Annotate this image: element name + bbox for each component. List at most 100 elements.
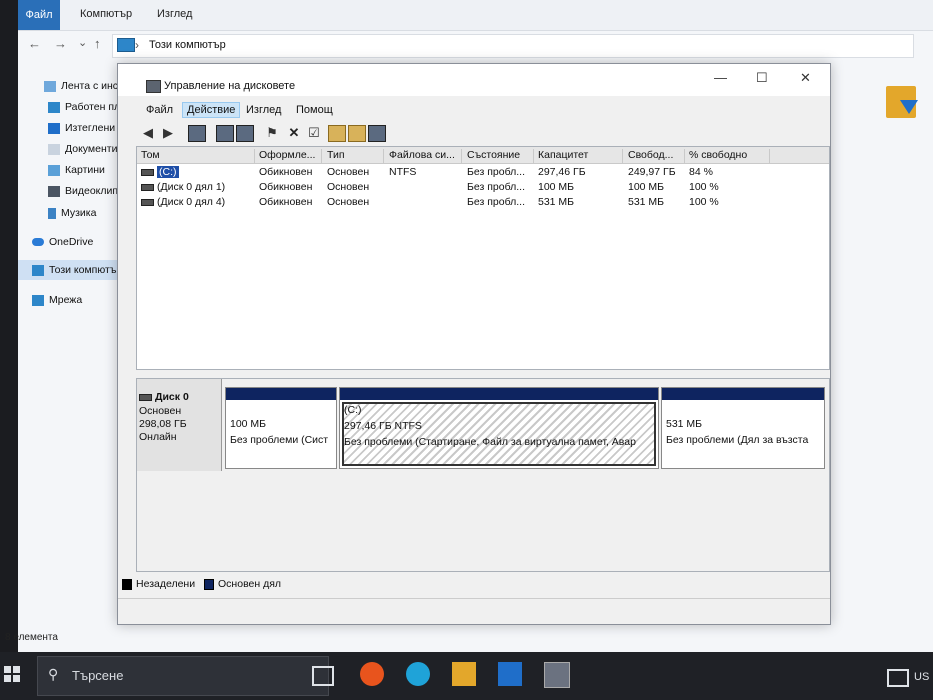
partition-status: Без проблеми (Сист — [230, 434, 329, 446]
edge-icon[interactable] — [406, 662, 430, 686]
folder-icon[interactable] — [328, 125, 346, 142]
back-arrow-icon[interactable]: ← — [28, 36, 41, 51]
volume-name-cell: (Диск 0 дял 1) — [141, 181, 225, 193]
partition-size: 531 МБ — [666, 418, 703, 430]
desktop-icon — [48, 101, 60, 113]
status-cell: Без пробл... — [467, 166, 526, 178]
computer-icon — [32, 264, 44, 276]
item-count-status: 8 елемента — [5, 632, 58, 643]
sidebar-item-network[interactable]: Мрежа — [18, 290, 131, 310]
forward-arrow-icon[interactable]: ▶ — [160, 125, 176, 140]
explorer-menu-view[interactable]: Изглед — [157, 8, 192, 20]
volume-list: Том Оформле... Тип Файлова си... Състоян… — [136, 146, 830, 370]
table-row[interactable]: (C:) Обикновен Основен NTFS Без пробл...… — [137, 165, 829, 180]
menu-help[interactable]: Помощ — [292, 103, 337, 117]
search-icon[interactable] — [348, 125, 366, 142]
firefox-icon[interactable] — [360, 662, 384, 686]
status-cell: Без пробл... — [467, 196, 526, 208]
partition-bar — [662, 388, 824, 400]
capacity-cell: 297,46 ГБ — [538, 166, 586, 178]
percent-free-cell: 100 % — [689, 181, 719, 193]
column-header-percent-free[interactable]: % свободно — [689, 149, 770, 163]
delete-icon[interactable]: ✕ — [286, 125, 302, 140]
folder-download-icon[interactable] — [886, 86, 918, 118]
input-language[interactable]: US — [914, 671, 929, 683]
disk-management-taskbar-icon[interactable] — [544, 662, 570, 688]
sidebar-item-onedrive[interactable]: OneDrive — [18, 232, 131, 252]
disk-management-window: Управление на дисковете — ☐ ✕ Файл Дейст… — [117, 63, 831, 625]
sidebar-item-downloads[interactable]: Изтеглени фай — [18, 118, 131, 138]
explorer-menu-computer[interactable]: Компютър — [80, 8, 132, 20]
menu-action[interactable]: Действие — [182, 102, 241, 118]
file-explorer-icon[interactable] — [452, 662, 476, 686]
column-header-filesystem[interactable]: Файлова си... — [389, 149, 462, 163]
back-arrow-icon[interactable]: ◀ — [140, 125, 156, 140]
partition-recovery[interactable]: 531 МБ Без проблеми (Дял за възста — [661, 387, 825, 469]
capacity-cell: 100 МБ — [538, 181, 575, 193]
address-bar[interactable]: › Този компютър — [112, 34, 914, 58]
close-button[interactable]: ✕ — [800, 70, 811, 86]
table-row[interactable]: (Диск 0 дял 4) Обикновен Основен Без про… — [137, 195, 829, 210]
legend: Незаделени Основен дял — [122, 578, 822, 594]
column-header-capacity[interactable]: Капацитет — [538, 149, 623, 163]
minimize-button[interactable]: — — [714, 70, 727, 85]
show-hide-tree-icon[interactable] — [188, 125, 206, 142]
menu-file[interactable]: Файл — [142, 103, 177, 117]
list-view-icon[interactable] — [368, 125, 386, 142]
menu-view[interactable]: Изглед — [242, 103, 285, 117]
properties-icon[interactable] — [236, 125, 254, 142]
explorer-menu-file[interactable]: Файл — [18, 0, 60, 30]
percent-free-cell: 84 % — [689, 166, 713, 178]
selected-partition-hatch — [342, 402, 656, 466]
drive-icon — [141, 168, 154, 176]
document-icon — [48, 143, 60, 155]
pictures-icon — [48, 164, 60, 176]
column-header-volume[interactable]: Том — [141, 149, 255, 163]
volume-name-cell: (C:) — [141, 166, 179, 178]
partition-c-drive[interactable]: (C:) 297,46 ГБ NTFS Без проблеми (Старти… — [339, 387, 659, 469]
sidebar-item-desktop[interactable]: Работен плот — [18, 97, 131, 117]
disk-name: Диск 0 — [139, 391, 189, 403]
column-header-status[interactable]: Състояние — [467, 149, 534, 163]
forward-arrow-icon[interactable]: → — [54, 36, 67, 51]
disk-0-label[interactable]: Диск 0 Основен 298,08 ГБ Онлайн — [137, 379, 222, 471]
recent-dropdown-icon[interactable]: ⌄ — [78, 36, 87, 49]
title-bar[interactable]: Управление на дисковете — ☐ ✕ — [118, 64, 830, 96]
column-header-type[interactable]: Тип — [327, 149, 384, 163]
layout-cell: Обикновен — [259, 181, 313, 193]
sidebar-item-label: Музика — [61, 207, 97, 219]
partition-system[interactable]: 100 МБ Без проблеми (Сист — [225, 387, 337, 469]
sidebar-item-quick-access[interactable]: Лента с инструм — [18, 76, 131, 96]
connect-icon[interactable]: ⚑ — [264, 125, 280, 140]
windows-start-icon[interactable] — [4, 666, 20, 682]
table-row[interactable]: (Диск 0 дял 1) Обикновен Основен Без про… — [137, 180, 829, 195]
sidebar-item-pictures[interactable]: Картини — [18, 160, 131, 180]
task-view-icon[interactable] — [312, 666, 334, 686]
address-text: Този компютър — [149, 39, 226, 51]
sidebar-item-this-pc[interactable]: Този компютър — [18, 260, 131, 280]
music-icon — [48, 207, 56, 219]
sidebar-item-videos[interactable]: Видеоклипове — [18, 181, 131, 201]
network-icon — [32, 294, 44, 306]
checklist-icon[interactable]: ☑ — [306, 125, 322, 140]
free-cell: 100 МБ — [628, 181, 665, 193]
sidebar-item-music[interactable]: Музика — [18, 203, 131, 223]
sidebar-item-label: Мрежа — [49, 294, 83, 306]
disk-type: Основен — [139, 405, 182, 417]
type-cell: Основен — [327, 196, 370, 208]
free-cell: 249,97 ГБ — [628, 166, 676, 178]
up-arrow-icon[interactable]: ↑ — [94, 36, 101, 51]
help-icon[interactable] — [216, 125, 234, 142]
sidebar-item-label: Документи — [65, 143, 118, 155]
sidebar-item-documents[interactable]: Документи — [18, 139, 131, 159]
cloud-icon — [32, 238, 44, 246]
maximize-button[interactable]: ☐ — [756, 70, 768, 86]
type-cell: Основен — [327, 181, 370, 193]
dm-menubar: Файл Действие Изглед Помощ — [118, 100, 830, 120]
taskbar-search-box[interactable]: ⚲ Търсене — [37, 656, 329, 696]
outlook-icon[interactable] — [498, 662, 522, 686]
column-header-layout[interactable]: Оформле... — [259, 149, 322, 163]
column-header-free[interactable]: Свобод... — [628, 149, 685, 163]
volume-list-header: Том Оформле... Тип Файлова си... Състоян… — [137, 147, 829, 164]
keyboard-icon[interactable] — [887, 669, 909, 687]
